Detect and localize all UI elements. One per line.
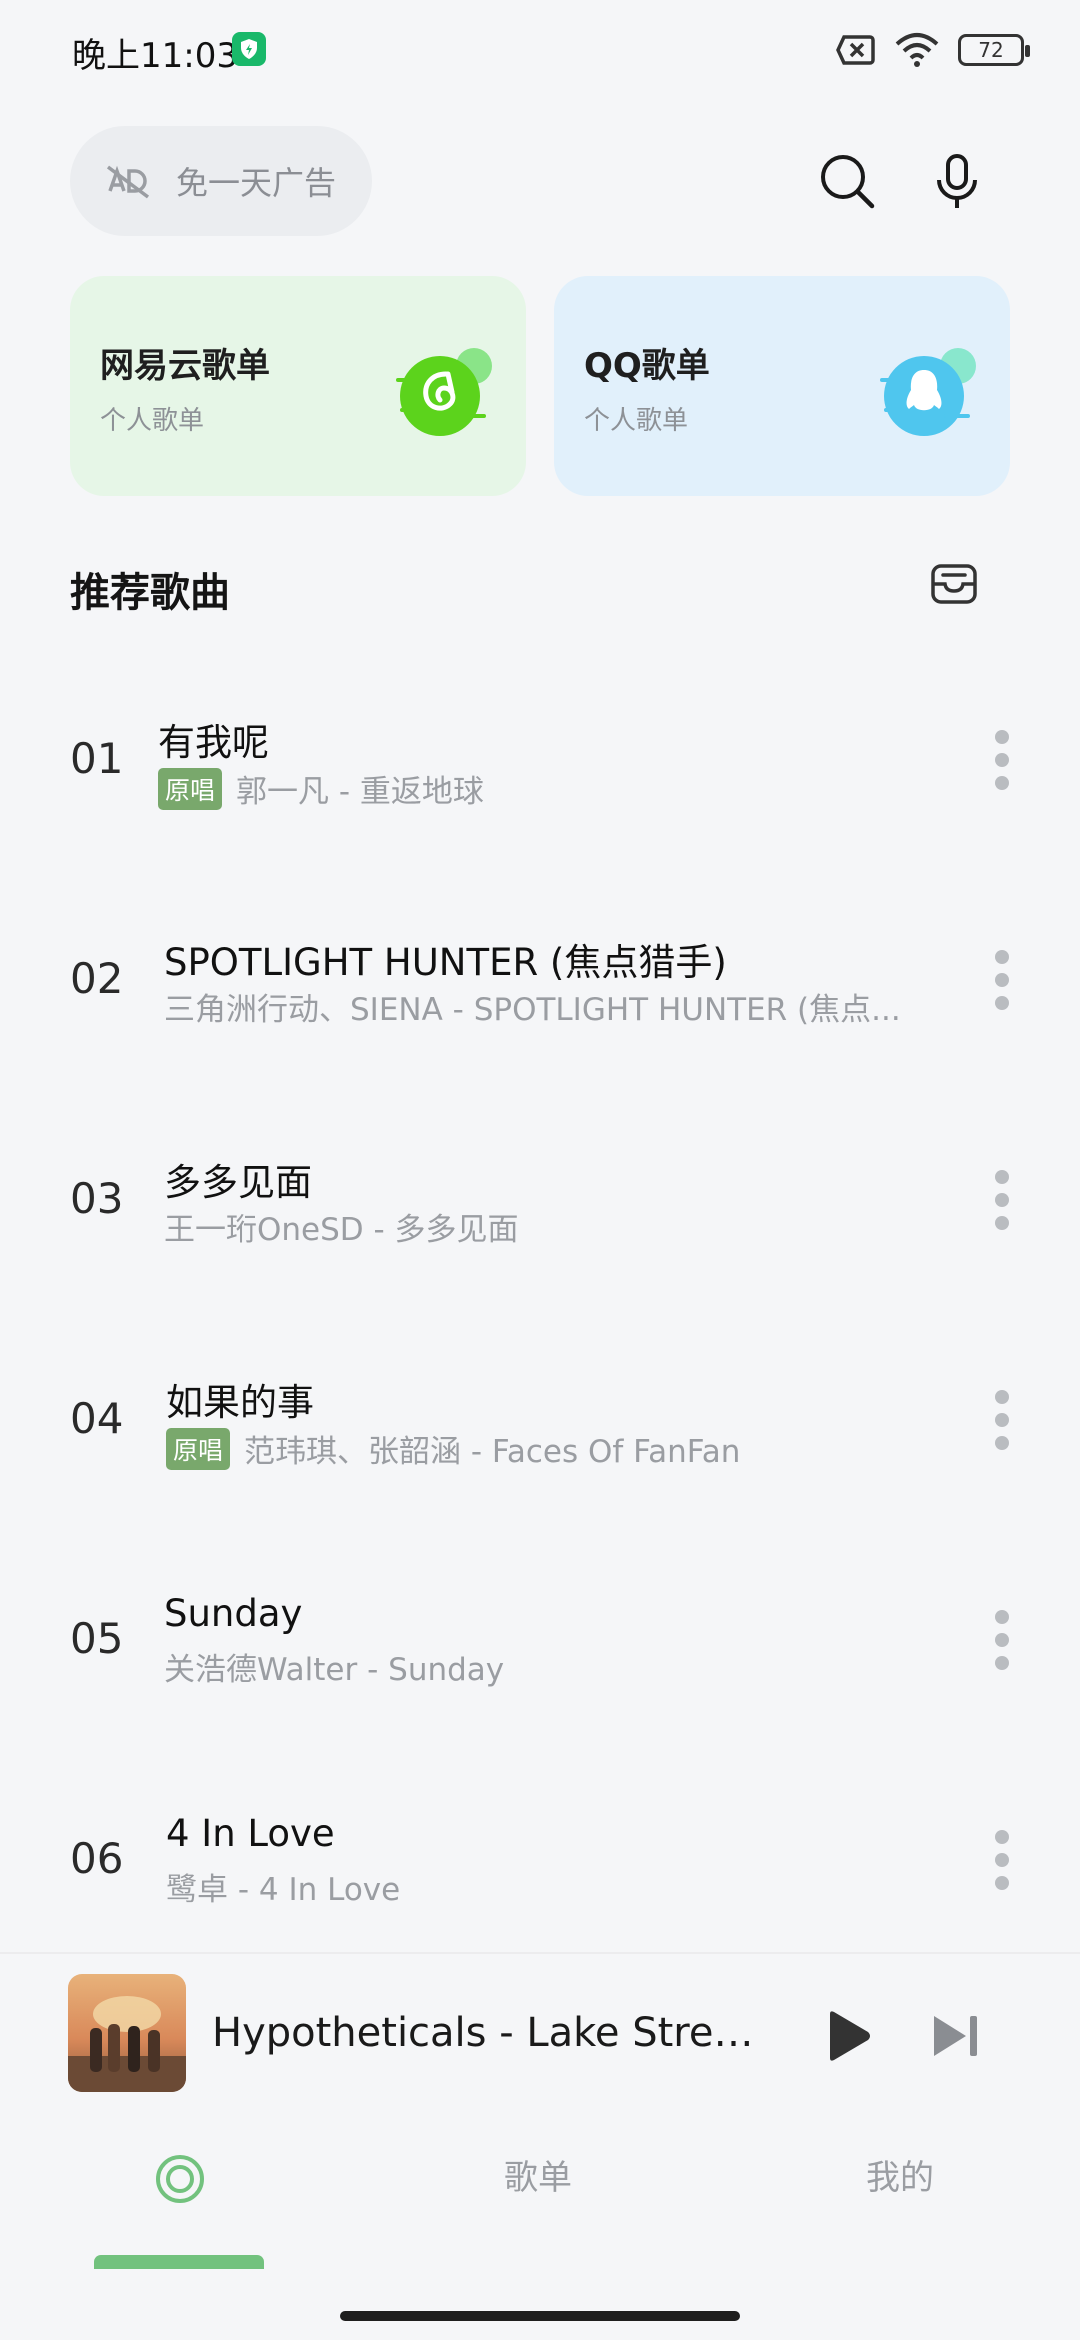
song-subtitle-line: 鹭卓 - 4 In Love	[166, 1864, 400, 1909]
song-number: 05	[70, 1614, 124, 1663]
song-number: 06	[70, 1834, 124, 1883]
song-title: 有我呢	[158, 721, 269, 764]
more-options-icon[interactable]	[982, 1600, 1022, 1680]
ad-off-icon	[106, 165, 150, 199]
song-subtitle-line: 关浩德Walter - Sunday	[164, 1644, 504, 1689]
song-row[interactable]: 06 4 In Love 鹭卓 - 4 In Love	[0, 1750, 1080, 1970]
song-artist-album: 范玮琪、张韶涵 - Faces Of FanFan	[244, 1434, 741, 1470]
song-artist-album: 关浩德Walter - Sunday	[164, 1652, 505, 1688]
original-badge: 原唱	[158, 767, 223, 810]
mini-player[interactable]: Hypotheticals - Lake Stree...	[0, 1952, 1080, 2112]
song-title: 4 In Love	[166, 1812, 335, 1855]
more-options-icon[interactable]	[982, 1380, 1022, 1460]
song-row[interactable]: 04 如果的事 原唱 范玮琪、张韶涵 - Faces Of FanFan	[0, 1310, 1080, 1530]
song-subtitle-line: 原唱 郭一凡 - 重返地球	[158, 766, 484, 811]
song-number: 01	[70, 734, 124, 783]
song-row[interactable]: 02 SPOTLIGHT HUNTER (焦点猎手) 三角洲行动、SIENA -…	[0, 870, 1080, 1090]
song-title: SPOTLIGHT HUNTER (焦点猎手)	[164, 941, 727, 984]
song-row[interactable]: 01 有我呢 原唱 郭一凡 - 重返地球	[0, 650, 1080, 870]
card-subtitle: 个人歌单	[584, 406, 689, 436]
active-tab-indicator	[94, 2255, 264, 2269]
more-options-icon[interactable]	[982, 720, 1022, 800]
play-icon[interactable]	[818, 2008, 874, 2064]
card-title: 网易云歌单	[100, 346, 270, 386]
search-icon[interactable]	[816, 150, 878, 212]
card-subtitle: 个人歌单	[100, 406, 205, 436]
battery-level: 72	[978, 38, 1004, 62]
song-artist-album: 三角洲行动、SIENA - SPOTLIGHT HUNTER (焦点...	[164, 992, 901, 1028]
ad-free-label: 免一天广告	[176, 164, 337, 202]
original-badge: 原唱	[166, 1427, 231, 1470]
qq-penguin-icon	[880, 348, 976, 436]
security-shield-icon	[232, 32, 266, 66]
song-row[interactable]: 05 Sunday 关浩德Walter - Sunday	[0, 1530, 1080, 1750]
qq-playlist-card[interactable]: QQ歌单 个人歌单	[554, 276, 1010, 496]
song-artist-album: 鹭卓 - 4 In Love	[166, 1872, 401, 1908]
song-title: Sunday	[164, 1592, 303, 1635]
song-subtitle-line: 王一珩OneSD - 多多见面	[164, 1204, 519, 1249]
song-title: 多多见面	[164, 1161, 312, 1204]
netease-playlist-card[interactable]: 网易云歌单 个人歌单	[70, 276, 526, 496]
ad-free-button[interactable]: 免一天广告	[70, 126, 372, 236]
battery-indicator: 72	[958, 34, 1030, 66]
status-icons: 72	[836, 28, 1030, 72]
tab-mine[interactable]: 我的	[866, 2150, 934, 2199]
card-title: QQ歌单	[584, 346, 710, 386]
section-title: 推荐歌曲	[70, 570, 230, 616]
song-artist-album: 郭一凡 - 重返地球	[236, 774, 484, 810]
song-row[interactable]: 03 多多见面 王一珩OneSD - 多多见面	[0, 1090, 1080, 1310]
status-time: 晚上11:03	[72, 36, 238, 76]
app-screen: 晚上11:03 72 免一天广告 网易云歌单 个人歌单 QQ歌单 个人歌单 推荐…	[0, 0, 1080, 2340]
more-options-icon[interactable]	[982, 1160, 1022, 1240]
song-subtitle-line: 三角洲行动、SIENA - SPOTLIGHT HUNTER (焦点...	[164, 984, 901, 1029]
microphone-icon[interactable]	[926, 150, 988, 212]
song-artist-album: 王一珩OneSD - 多多见面	[164, 1212, 519, 1248]
song-title: 如果的事	[166, 1381, 314, 1424]
inbox-icon[interactable]	[928, 558, 980, 610]
song-number: 03	[70, 1174, 124, 1223]
song-subtitle-line: 原唱 范玮琪、张韶涵 - Faces Of FanFan	[166, 1426, 740, 1471]
more-options-icon[interactable]	[982, 1820, 1022, 1900]
tab-playlists[interactable]: 歌单	[504, 2150, 572, 2199]
status-bar: 晚上11:03 72	[0, 0, 1080, 100]
song-number: 02	[70, 954, 124, 1003]
skip-next-icon[interactable]	[930, 2008, 982, 2064]
now-playing-title[interactable]: Hypotheticals - Lake Stree...	[212, 2010, 772, 2056]
more-options-icon[interactable]	[982, 940, 1022, 1020]
no-sim-icon	[836, 35, 875, 65]
wifi-icon	[895, 33, 939, 67]
album-art[interactable]	[68, 1974, 186, 2092]
song-number: 04	[70, 1394, 124, 1443]
netease-music-icon	[396, 348, 492, 436]
tab-discover-icon[interactable]	[154, 2153, 206, 2205]
home-indicator[interactable]	[340, 2311, 740, 2321]
